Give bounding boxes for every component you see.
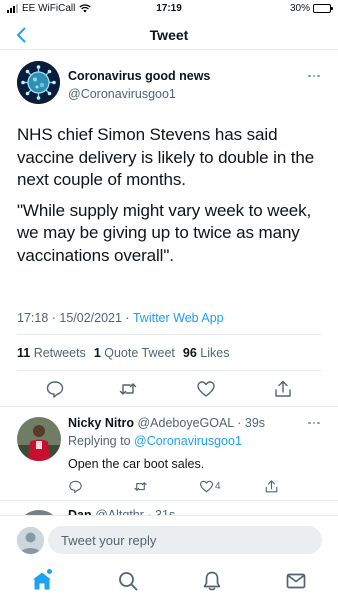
reply-header: Nicky Nitro @AdeboyeGOAL · 39s [68, 416, 265, 430]
coronavirus-avatar-image [17, 61, 60, 104]
tab-bar [0, 561, 338, 600]
share-icon[interactable] [264, 479, 279, 494]
reply-author-handle[interactable]: @AdeboyeGOAL · 39s [137, 416, 265, 430]
retweet-icon[interactable] [133, 479, 148, 494]
divider [17, 334, 321, 335]
author-name[interactable]: Coronavirus good news [68, 69, 210, 83]
status-time: 17:19 [156, 3, 182, 14]
reply-icon[interactable] [45, 379, 65, 399]
battery-percent: 30% [289, 3, 310, 14]
header: Tweet [0, 20, 338, 50]
default-avatar-icon [17, 527, 44, 554]
like-count: 4 [215, 481, 221, 492]
retweets-label: Retweets [33, 346, 86, 360]
tweet-meta: 17:18 · 15/02/2021 · Twitter Web App [17, 311, 224, 325]
tweet-paragraph: "While supply might vary week to week, w… [17, 200, 312, 265]
divider [0, 500, 338, 501]
mention-link[interactable]: @Coronavirusgoo1 [134, 434, 242, 448]
replying-prefix: Replying to [68, 434, 135, 448]
share-icon[interactable] [273, 379, 293, 399]
reply-avatar[interactable] [17, 417, 61, 461]
like-icon[interactable] [196, 379, 216, 399]
avatar[interactable] [17, 61, 60, 104]
battery-icon [313, 4, 333, 13]
tweet-actions [0, 379, 338, 401]
likes-label: Likes [200, 346, 230, 360]
avatar[interactable] [17, 527, 44, 554]
home-notification-dot [47, 569, 52, 574]
page-title: Tweet [149, 27, 189, 43]
reply-icon[interactable] [68, 479, 83, 494]
retweet-icon[interactable] [118, 379, 138, 399]
tweet-stats: 11 Retweets 1 Quote Tweet 96 Likes [17, 346, 229, 360]
tweet-text: NHS chief Simon Stevens has said vaccine… [17, 124, 325, 267]
retweets-stat[interactable]: 11 Retweets [17, 346, 86, 360]
tweet-timestamp: 17:18 · 15/02/2021 · [17, 311, 133, 325]
tweet-paragraph: NHS chief Simon Stevens has said vaccine… [17, 125, 315, 189]
reply-avatar-image [17, 417, 61, 461]
status-bar: EE WiFiCall 17:19 30% [0, 0, 338, 18]
reply-input[interactable]: Tweet your reply [48, 526, 322, 554]
divider [17, 370, 321, 371]
reply-actions: 4 [0, 479, 338, 495]
divider [0, 406, 338, 407]
messages-icon[interactable] [285, 570, 307, 592]
reply-author-name[interactable]: Nicky Nitro [68, 416, 134, 430]
likes-stat[interactable]: 96 Likes [183, 346, 230, 360]
replying-to: Replying to @Coronavirusgoo1 [68, 434, 242, 448]
quotes-label: Quote Tweet [104, 346, 175, 360]
quotes-count: 1 [93, 346, 101, 360]
author-handle[interactable]: @Coronavirusgoo1 [68, 87, 176, 101]
source-app-link[interactable]: Twitter Web App [133, 311, 224, 325]
quotes-stat[interactable]: 1 Quote Tweet [94, 346, 175, 360]
search-icon[interactable] [117, 570, 139, 592]
status-right: 30% [289, 3, 333, 14]
likes-count: 96 [182, 346, 197, 360]
reply-text: Open the car boot sales. [68, 457, 205, 471]
more-options-icon[interactable] [308, 420, 322, 426]
like-icon[interactable] [199, 479, 214, 494]
more-options-icon[interactable] [308, 73, 322, 79]
retweets-count: 11 [17, 346, 31, 360]
reply-composer: Tweet your reply [0, 515, 338, 561]
notifications-icon[interactable] [201, 570, 223, 592]
